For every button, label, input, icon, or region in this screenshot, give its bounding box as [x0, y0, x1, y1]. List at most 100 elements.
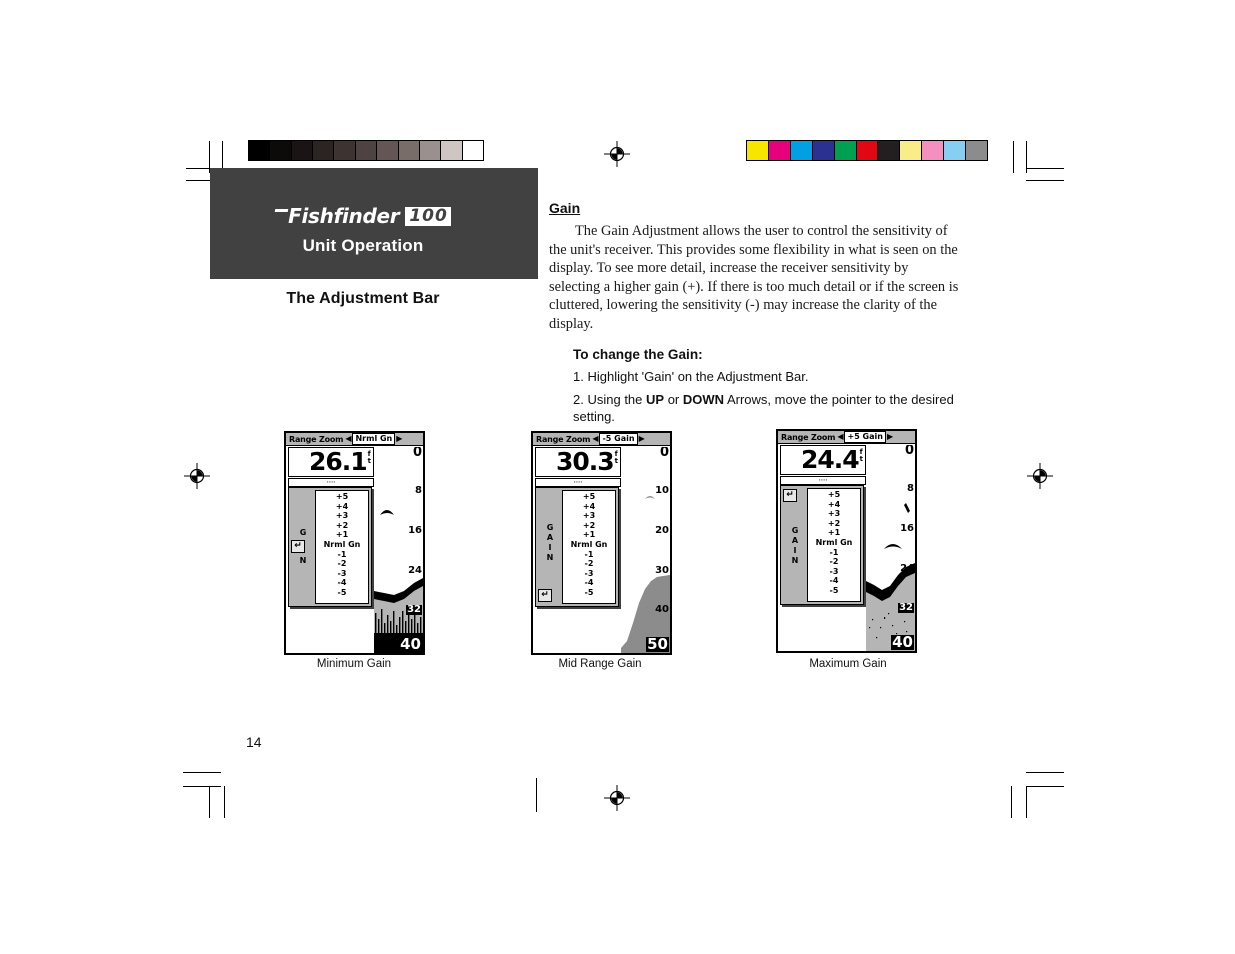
depth-scale-label: 16: [408, 525, 422, 536]
gain-menu-2[interactable]: G A I N ↵ +5 +4 +3 +2 +1 Nrml Gn -1 -2 -…: [535, 487, 619, 607]
gain-option[interactable]: +5: [563, 492, 615, 502]
gain-menu-1[interactable]: G ↵ N +5 +4 +3 +2 +1 Nrml Gn -1 -2 -3 -4…: [288, 487, 372, 607]
right-arrow-icon[interactable]: ▶: [639, 435, 645, 443]
body-copy: Gain The Gain Adjustment allows the user…: [549, 200, 959, 431]
depth-readout-3: 24.4 f t: [780, 445, 866, 475]
content-paragraph: The Gain Adjustment allows the user to c…: [549, 223, 959, 332]
depth-readout-1: 26.1 f t: [288, 447, 374, 477]
fishfinder-screenshot-minimum-gain: 0 8 16 24 32 40 Range Zoom ◀ Nrml Gn ▶ 2…: [284, 431, 425, 655]
gain-option[interactable]: -4: [808, 576, 860, 586]
gain-pointer-icon-2[interactable]: ↵: [538, 589, 552, 602]
header-selection-value[interactable]: Nrml Gn: [352, 433, 396, 445]
gain-option[interactable]: +2: [808, 519, 860, 529]
left-arrow-icon[interactable]: ◀: [837, 433, 843, 441]
step-2-key-down: DOWN: [682, 391, 725, 407]
color-swatch: [834, 141, 857, 160]
crop-mark-top-right-h1: [1026, 168, 1064, 169]
sonar-terrain-2: [621, 447, 670, 653]
gain-option[interactable]: +2: [563, 521, 615, 531]
gain-option[interactable]: +4: [563, 502, 615, 512]
header-selection-value[interactable]: +5 Gain: [844, 431, 886, 443]
registration-mark-bottom-icon: [604, 785, 630, 811]
gain-option[interactable]: +3: [808, 509, 860, 519]
gain-menu-sidebar-1: G ↵ N: [289, 488, 315, 606]
gain-pointer-icon-1[interactable]: ↵: [291, 540, 305, 553]
gain-option[interactable]: -4: [563, 578, 615, 588]
gain-option-list-3[interactable]: +5 +4 +3 +2 +1 Nrml Gn -1 -2 -3 -4 -5: [807, 488, 861, 602]
gain-option-list-2[interactable]: +5 +4 +3 +2 +1 Nrml Gn -1 -2 -3 -4 -5: [562, 490, 616, 604]
gain-option[interactable]: -2: [316, 559, 368, 569]
gain-sidebar-letter: A: [791, 536, 799, 545]
gain-option[interactable]: -5: [563, 588, 615, 598]
gain-option-list-1[interactable]: +5 +4 +3 +2 +1 Nrml Gn -1 -2 -3 -4 -5: [315, 490, 369, 604]
left-arrow-icon[interactable]: ◀: [345, 435, 351, 443]
gain-sidebar-letter: I: [548, 543, 552, 552]
color-swatch: [922, 141, 945, 160]
gain-option[interactable]: +5: [808, 490, 860, 500]
gain-option[interactable]: +2: [316, 521, 368, 531]
header-selection-value[interactable]: -5 Gain: [599, 433, 638, 445]
panel-title: Unit Operation: [302, 236, 424, 255]
grayscale-swatch: [441, 141, 463, 160]
depth-unit: f t: [368, 451, 371, 465]
gain-option[interactable]: -2: [808, 557, 860, 567]
gain-option[interactable]: -3: [808, 567, 860, 577]
depth-unit-bottom: t: [859, 455, 863, 463]
gain-option[interactable]: -4: [316, 578, 368, 588]
range-zoom-header-1[interactable]: Range Zoom ◀ Nrml Gn ▶: [286, 433, 423, 446]
gain-option[interactable]: +1: [563, 530, 615, 540]
color-swatch: [790, 141, 813, 160]
gain-option[interactable]: Nrml Gn: [316, 540, 368, 550]
gain-menu-sidebar-2: G A I N ↵: [536, 488, 562, 606]
temperature-strip-2: ····: [535, 478, 621, 487]
gain-option[interactable]: -3: [563, 569, 615, 579]
depth-scale-bottom-label: 50: [646, 635, 669, 653]
fishfinder-logo: Fishfinder 100: [210, 204, 516, 228]
gain-option[interactable]: +1: [808, 528, 860, 538]
title-panel: Fishfinder 100 Unit Operation: [210, 168, 538, 279]
screenshot-caption-2: Mid Range Gain: [558, 658, 642, 670]
gain-menu-3[interactable]: ↵ G A I N +5 +4 +3 +2 +1 Nrml Gn -1 -2 -…: [780, 485, 864, 605]
header-label: Range Zoom: [289, 434, 344, 444]
gain-option[interactable]: -1: [563, 550, 615, 560]
color-swatch: [812, 141, 835, 160]
grayscale-swatch: [313, 141, 335, 160]
gain-option[interactable]: +4: [316, 502, 368, 512]
gain-option[interactable]: +4: [808, 500, 860, 510]
range-zoom-header-2[interactable]: Range Zoom ◀ -5 Gain ▶: [533, 433, 670, 446]
gain-option[interactable]: -5: [316, 588, 368, 598]
logo-dash-icon: [274, 209, 289, 213]
depth-scale-label: 24: [408, 565, 422, 576]
gain-option[interactable]: -1: [316, 550, 368, 560]
step-1-text: Highlight 'Gain' on the Adjustment Bar.: [587, 368, 809, 384]
gain-option[interactable]: -3: [316, 569, 368, 579]
gain-option[interactable]: +1: [316, 530, 368, 540]
gain-option[interactable]: -2: [563, 559, 615, 569]
right-arrow-icon[interactable]: ▶: [396, 435, 402, 443]
section-title: The Adjustment Bar: [286, 290, 440, 307]
logo-model-number: 100: [405, 206, 451, 226]
depth-scale-label: 32: [898, 602, 914, 613]
gain-menu-sidebar-3: ↵ G A I N: [781, 486, 807, 604]
gain-option[interactable]: +3: [316, 511, 368, 521]
left-arrow-icon[interactable]: ◀: [592, 435, 598, 443]
depth-scale-label: 8: [907, 483, 914, 494]
step-2-mid: or: [664, 391, 683, 407]
depth-scale-label: 10: [655, 485, 669, 496]
crop-mark-bottom-right-v2: [1026, 786, 1027, 818]
content-heading: Gain: [549, 200, 581, 216]
header-label: Range Zoom: [781, 432, 836, 442]
gain-option[interactable]: -1: [808, 548, 860, 558]
gain-pointer-icon-3[interactable]: ↵: [783, 489, 797, 502]
gain-option[interactable]: Nrml Gn: [563, 540, 615, 550]
depth-scale-label: 0: [412, 447, 422, 460]
registration-mark-top-icon: [604, 141, 630, 167]
gain-option[interactable]: +5: [316, 492, 368, 502]
range-zoom-header-3[interactable]: Range Zoom ◀ +5 Gain ▶: [778, 431, 915, 444]
gain-option[interactable]: -5: [808, 586, 860, 596]
gain-option[interactable]: Nrml Gn: [808, 538, 860, 548]
gain-option[interactable]: +3: [563, 511, 615, 521]
step-1-number: 1.: [573, 368, 584, 384]
gain-sidebar-letter: N: [546, 553, 554, 562]
right-arrow-icon[interactable]: ▶: [887, 433, 893, 441]
